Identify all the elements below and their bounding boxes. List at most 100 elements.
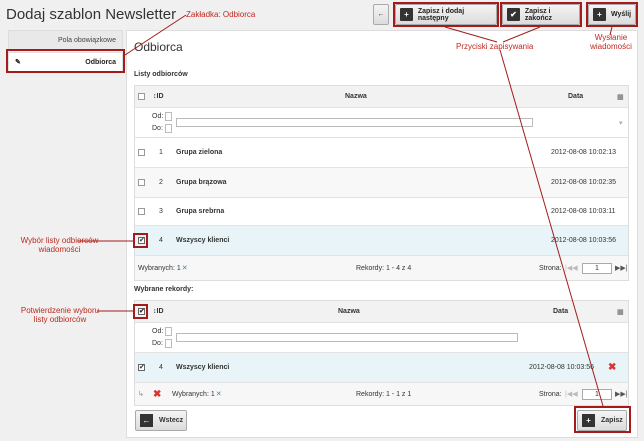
row-date: 2012-08-08 10:03:56 xyxy=(551,237,616,244)
sort-id-header[interactable]: ↕ ID xyxy=(153,301,164,322)
select-all-checkbox[interactable] xyxy=(138,93,145,100)
page-title: Dodaj szablon Newsletter xyxy=(6,6,177,23)
annotation-box-save xyxy=(574,406,631,433)
selected-grid: ✔ ↕ ID Nazwa Data ▦ Od: Do: ✔ 4 Wszyscy k… xyxy=(134,300,629,406)
column-id-label: ID xyxy=(156,93,164,100)
selected-filter-row: Od: Do: xyxy=(135,323,628,353)
row-id: 4 xyxy=(159,237,163,244)
annotation-box-save-close xyxy=(500,2,582,27)
lists-grid: ↕ ID Nazwa Data ▦ Od: Do: ▾ 1 Grupa zielo… xyxy=(134,85,629,281)
annotation-confirm: Potwierdzenie wyboru listy odbiorców xyxy=(20,306,100,324)
annotation-choose-line1: Wybór listy odbiorców xyxy=(20,236,99,245)
page-label: Strona: xyxy=(539,264,562,272)
filter-to-input[interactable] xyxy=(164,339,172,348)
annotation-box-confirm xyxy=(133,304,148,319)
annotation-box-tab xyxy=(6,49,125,73)
arrow-return-icon: ↳ xyxy=(138,391,144,398)
section-heading: Odbiorca xyxy=(134,40,183,54)
annotation-send-line1: Wysłanie xyxy=(594,33,628,42)
row-id: 2 xyxy=(159,179,163,186)
records-count: Rekordy: 1 - 4 z 4 xyxy=(356,264,412,272)
remove-row-icon[interactable]: ✖ xyxy=(608,353,616,382)
annotation-send-line2: wiadomości xyxy=(590,42,632,51)
filter-to-label: Do: xyxy=(152,125,163,132)
annotation-choose: Wybór listy odbiorców wiadomości xyxy=(12,236,107,254)
row-checkbox-checked[interactable]: ✔ xyxy=(138,364,145,371)
row-date: 2012-08-08 10:02:13 xyxy=(551,149,616,156)
row-id: 1 xyxy=(159,149,163,156)
columns-grid-icon[interactable]: ▦ xyxy=(617,301,624,322)
annotation-tab: Zakładka: Odbiorca xyxy=(186,10,256,19)
annotation-box-save-add xyxy=(393,2,499,27)
column-name-header[interactable]: Nazwa xyxy=(338,301,360,322)
row-name: Grupa srebrna xyxy=(176,208,225,215)
lists-footer: Wybranych: 1 ✕ Rekordy: 1 - 4 z 4 Strona:… xyxy=(135,256,628,280)
clear-selection-icon[interactable]: ✕ xyxy=(216,390,222,398)
arrow-left-icon: ← xyxy=(377,11,385,18)
back-label: Wstecz xyxy=(159,417,184,424)
sort-id-header[interactable]: ↕ ID xyxy=(153,86,164,107)
row-checkbox[interactable] xyxy=(138,179,145,186)
lists-section-label: Listy odbiorców xyxy=(134,71,188,78)
row-date: 2012-08-08 10:03:11 xyxy=(551,208,616,215)
back-button[interactable]: ← Wstecz xyxy=(135,410,187,431)
remove-selected-icon[interactable]: ✖ xyxy=(153,383,161,405)
table-row[interactable]: 3 Grupa srebrna 2012-08-08 10:03:11 xyxy=(135,198,628,226)
arrow-left-icon: ← xyxy=(140,414,153,427)
page-input[interactable]: 1 xyxy=(582,388,612,400)
annotation-box-send xyxy=(586,2,638,27)
filter-to-label: Do: xyxy=(152,340,163,347)
columns-grid-icon[interactable]: ▦ xyxy=(617,86,624,107)
annotation-choose-line2: wiadomości xyxy=(38,245,81,254)
table-row-selected[interactable]: ✔ 4 Wszyscy klienci 2012-08-08 10:03:56 xyxy=(135,226,628,256)
row-name: Grupa zielona xyxy=(176,149,223,156)
annotation-save-buttons: Przyciski zapisywania xyxy=(456,42,534,51)
sidebar-item-label: Pola obowiązkowe xyxy=(58,36,116,44)
row-name: Wszyscy klienci xyxy=(176,237,230,244)
row-checkbox[interactable] xyxy=(138,149,145,156)
filter-name-input[interactable] xyxy=(176,333,518,342)
lists-filter-row: Od: Do: ▾ xyxy=(135,108,628,138)
filter-name-input[interactable] xyxy=(176,118,533,127)
table-row-selected[interactable]: ✔ 4 Wszyscy klienci 2012-08-08 10:03:56 … xyxy=(135,353,628,383)
table-row[interactable]: 2 Grupa brązowa 2012-08-08 10:02:35 xyxy=(135,168,628,198)
column-date-header[interactable]: Data xyxy=(553,301,568,322)
annotation-confirm-line1: Potwierdzenie wyboru xyxy=(20,306,100,315)
filter-from-input[interactable] xyxy=(165,112,173,121)
pager-prev-icon[interactable]: |◀◀ xyxy=(565,256,578,280)
page-input[interactable]: 1 xyxy=(582,262,612,274)
selected-footer: ↳ ✖ Wybranych: 1 ✕ Rekordy: 1 - 1 z 1 Str… xyxy=(135,383,628,405)
filter-from-input[interactable] xyxy=(165,327,173,336)
lists-header-row: ↕ ID Nazwa Data ▦ xyxy=(135,86,628,108)
annotation-send: Wysłanie wiadomości xyxy=(586,33,636,51)
annotation-box-choose xyxy=(133,233,148,248)
row-checkbox[interactable] xyxy=(138,208,145,215)
pager-next-icon[interactable]: ▶▶| xyxy=(615,256,628,280)
column-date-header[interactable]: Data xyxy=(568,86,583,107)
records-count: Rekordy: 1 - 1 z 1 xyxy=(356,390,412,398)
sidebar-item-required-fields[interactable]: Pola obowiązkowe xyxy=(8,30,123,50)
row-date: 2012-08-08 10:02:35 xyxy=(551,179,616,186)
row-name: Wszyscy klienci xyxy=(176,364,230,371)
row-date: 2012-08-08 10:03:56 xyxy=(529,364,594,371)
selected-header-row: ✔ ↕ ID Nazwa Data ▦ xyxy=(135,301,628,323)
column-id-label: ID xyxy=(156,308,164,315)
filter-to-input[interactable] xyxy=(164,124,172,133)
selected-count: Wybranych: 1 xyxy=(172,390,215,398)
back-icon-button[interactable]: ← xyxy=(373,4,389,25)
row-name: Grupa brązowa xyxy=(176,179,227,186)
page-label: Strona: xyxy=(539,390,562,398)
selected-section-label: Wybrane rekordy: xyxy=(134,286,194,293)
clear-selection-icon[interactable]: ✕ xyxy=(182,264,188,272)
pager-next-icon[interactable]: ▶▶| xyxy=(615,383,628,405)
filter-from-label: Od: xyxy=(152,328,164,335)
pager-prev-icon[interactable]: |◀◀ xyxy=(565,383,578,405)
filter-from-label: Od: xyxy=(152,113,164,120)
column-name-header[interactable]: Nazwa xyxy=(345,86,367,107)
row-id: 4 xyxy=(159,364,163,371)
annotation-confirm-line2: listy odbiorców xyxy=(33,315,87,324)
row-id: 3 xyxy=(159,208,163,215)
table-row[interactable]: 1 Grupa zielona 2012-08-08 10:02:13 xyxy=(135,138,628,168)
filter-toggle-icon[interactable]: ▾ xyxy=(619,108,623,137)
selected-count: Wybranych: 1 xyxy=(138,264,181,272)
